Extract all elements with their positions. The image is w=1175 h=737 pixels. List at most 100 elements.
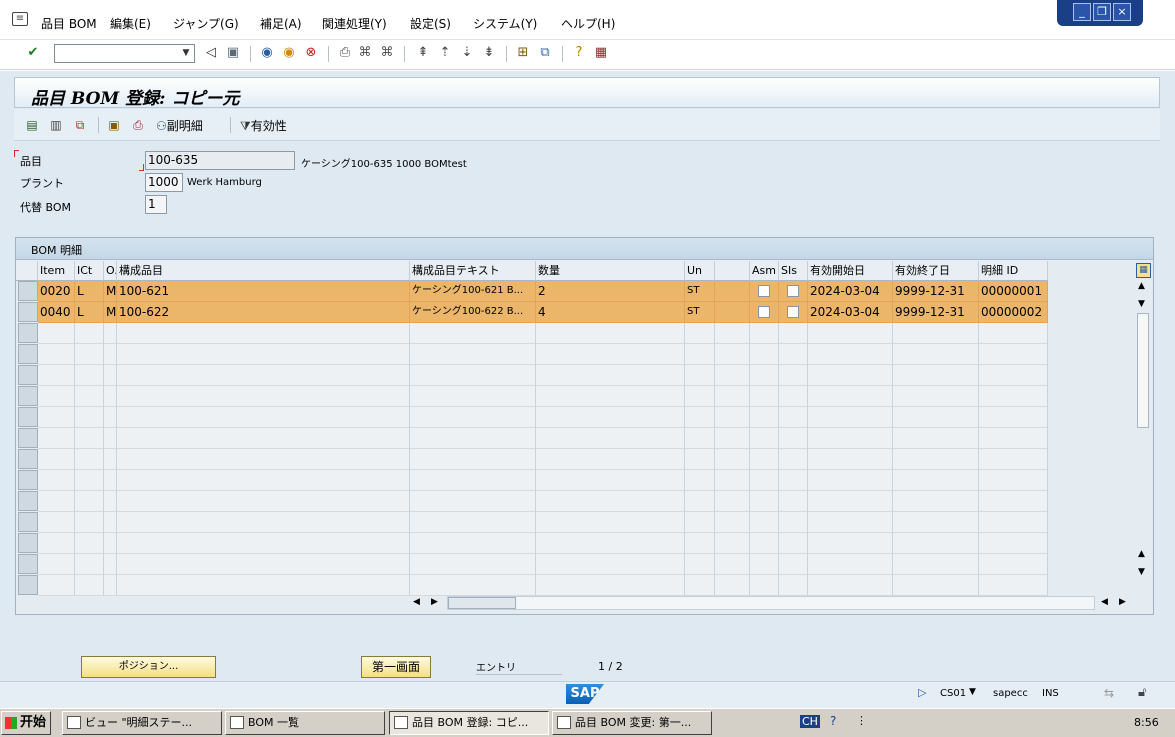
cell-blank[interactable]	[715, 365, 750, 386]
cell-quantity[interactable]	[536, 512, 685, 533]
cell-sis[interactable]	[779, 323, 808, 344]
cell-o[interactable]	[104, 575, 117, 596]
help-icon[interactable]: ?	[570, 44, 588, 62]
cell-component-text[interactable]	[410, 575, 536, 596]
row-selector[interactable]	[18, 302, 38, 322]
cell-o[interactable]	[104, 470, 117, 491]
cell-component[interactable]: 100-621	[117, 281, 410, 302]
cell-unit[interactable]	[685, 491, 715, 512]
table-row[interactable]	[16, 491, 1048, 512]
col-header-valid-to[interactable]: 有効終了日	[893, 261, 979, 281]
col-header-blank[interactable]	[715, 261, 750, 281]
page-up-icon[interactable]: ▲	[1138, 549, 1145, 559]
col-header-sis[interactable]: SIs	[779, 261, 808, 281]
cell-o[interactable]	[104, 449, 117, 470]
cell-o[interactable]	[104, 365, 117, 386]
cell-item[interactable]	[38, 365, 75, 386]
cell-sis[interactable]	[779, 302, 808, 323]
cell-valid-from[interactable]	[808, 449, 893, 470]
cell-valid-to[interactable]	[893, 533, 979, 554]
cell-blank[interactable]	[715, 428, 750, 449]
cell-valid-to[interactable]	[893, 449, 979, 470]
table-settings-icon[interactable]: ▦	[1136, 263, 1151, 278]
cell-valid-from[interactable]	[808, 470, 893, 491]
language-indicator[interactable]: CH	[800, 715, 820, 728]
cell-ict[interactable]	[75, 575, 104, 596]
cell-quantity[interactable]	[536, 344, 685, 365]
cell-asm[interactable]	[750, 302, 779, 323]
cell-o[interactable]	[104, 512, 117, 533]
col-header-component-text[interactable]: 構成品目テキスト	[410, 261, 536, 281]
task-button-bom-list[interactable]: BOM 一覧	[225, 711, 385, 735]
cell-component[interactable]	[117, 386, 410, 407]
back-icon[interactable]: ◉	[258, 44, 276, 62]
cell-sis[interactable]	[779, 533, 808, 554]
cell-asm[interactable]	[750, 365, 779, 386]
cell-sis[interactable]	[779, 554, 808, 575]
cell-blank[interactable]	[715, 491, 750, 512]
row-selector[interactable]	[18, 323, 38, 343]
table-row[interactable]	[16, 449, 1048, 470]
task-button-bom-create[interactable]: 品目 BOM 登録: コピ...	[389, 711, 549, 735]
cell-item[interactable]	[38, 470, 75, 491]
cell-item[interactable]	[38, 428, 75, 449]
cell-item-id[interactable]	[979, 491, 1048, 512]
table-row[interactable]	[16, 554, 1048, 575]
start-button[interactable]: 开始	[1, 711, 51, 735]
cell-component-text[interactable]	[410, 470, 536, 491]
cell-ict[interactable]	[75, 449, 104, 470]
cell-o[interactable]	[104, 344, 117, 365]
row-selector[interactable]	[18, 491, 38, 511]
scroll-left-icon[interactable]: ◀	[1101, 597, 1108, 607]
cell-component-text[interactable]	[410, 386, 536, 407]
cell-unit[interactable]	[685, 449, 715, 470]
cell-asm[interactable]	[750, 575, 779, 596]
cell-ict[interactable]	[75, 323, 104, 344]
cell-ict[interactable]	[75, 407, 104, 428]
cell-component-text[interactable]	[410, 491, 536, 512]
table-row[interactable]	[16, 533, 1048, 554]
cell-component-text[interactable]	[410, 323, 536, 344]
cell-quantity[interactable]	[536, 428, 685, 449]
cell-component[interactable]	[117, 323, 410, 344]
cell-component-text[interactable]	[410, 512, 536, 533]
row-selector[interactable]	[18, 365, 38, 385]
tray-menu-icon[interactable]: ⋮	[856, 714, 867, 727]
cell-o[interactable]	[104, 554, 117, 575]
cell-sis[interactable]	[779, 491, 808, 512]
cell-component[interactable]	[117, 470, 410, 491]
cell-component[interactable]: 100-622	[117, 302, 410, 323]
cell-item[interactable]	[38, 449, 75, 470]
row-selector[interactable]	[18, 470, 38, 490]
cell-valid-to[interactable]	[893, 365, 979, 386]
cell-item[interactable]: 0020	[38, 281, 75, 302]
help-icon[interactable]: ?	[830, 714, 836, 728]
cell-component-text[interactable]: ケーシング100-622 B...	[410, 302, 536, 323]
cell-blank[interactable]	[715, 281, 750, 302]
cell-component-text[interactable]	[410, 407, 536, 428]
material-input[interactable]: 100-635	[145, 151, 295, 170]
cell-ict[interactable]	[75, 386, 104, 407]
table-row[interactable]	[16, 407, 1048, 428]
col-header-ict[interactable]: ICt	[75, 261, 104, 281]
cell-item-id[interactable]	[979, 512, 1048, 533]
table-row[interactable]: 0020 L M 100-621 ケーシング100-621 B... 2 ST 2024-03…	[16, 281, 1048, 302]
chevron-down-icon[interactable]: ▼	[179, 46, 193, 61]
cell-blank[interactable]	[715, 386, 750, 407]
new-session-icon[interactable]: ⊞	[514, 44, 532, 62]
row-selector[interactable]	[18, 407, 38, 427]
table-row[interactable]	[16, 575, 1048, 596]
row-selector[interactable]	[18, 533, 38, 553]
col-header-o[interactable]: O.	[104, 261, 117, 281]
cell-sis[interactable]	[779, 365, 808, 386]
cell-item-id[interactable]	[979, 407, 1048, 428]
row-selector[interactable]	[18, 281, 38, 301]
col-header-valid-from[interactable]: 有効開始日	[808, 261, 893, 281]
position-button[interactable]: ポジション...	[81, 656, 216, 678]
menu-edit[interactable]: 編集(E)	[110, 15, 151, 32]
row-selector[interactable]	[18, 428, 38, 448]
cell-unit[interactable]: ST	[685, 302, 715, 323]
cell-quantity[interactable]: 2	[536, 281, 685, 302]
cell-quantity[interactable]	[536, 575, 685, 596]
cell-ict[interactable]: L	[75, 302, 104, 323]
